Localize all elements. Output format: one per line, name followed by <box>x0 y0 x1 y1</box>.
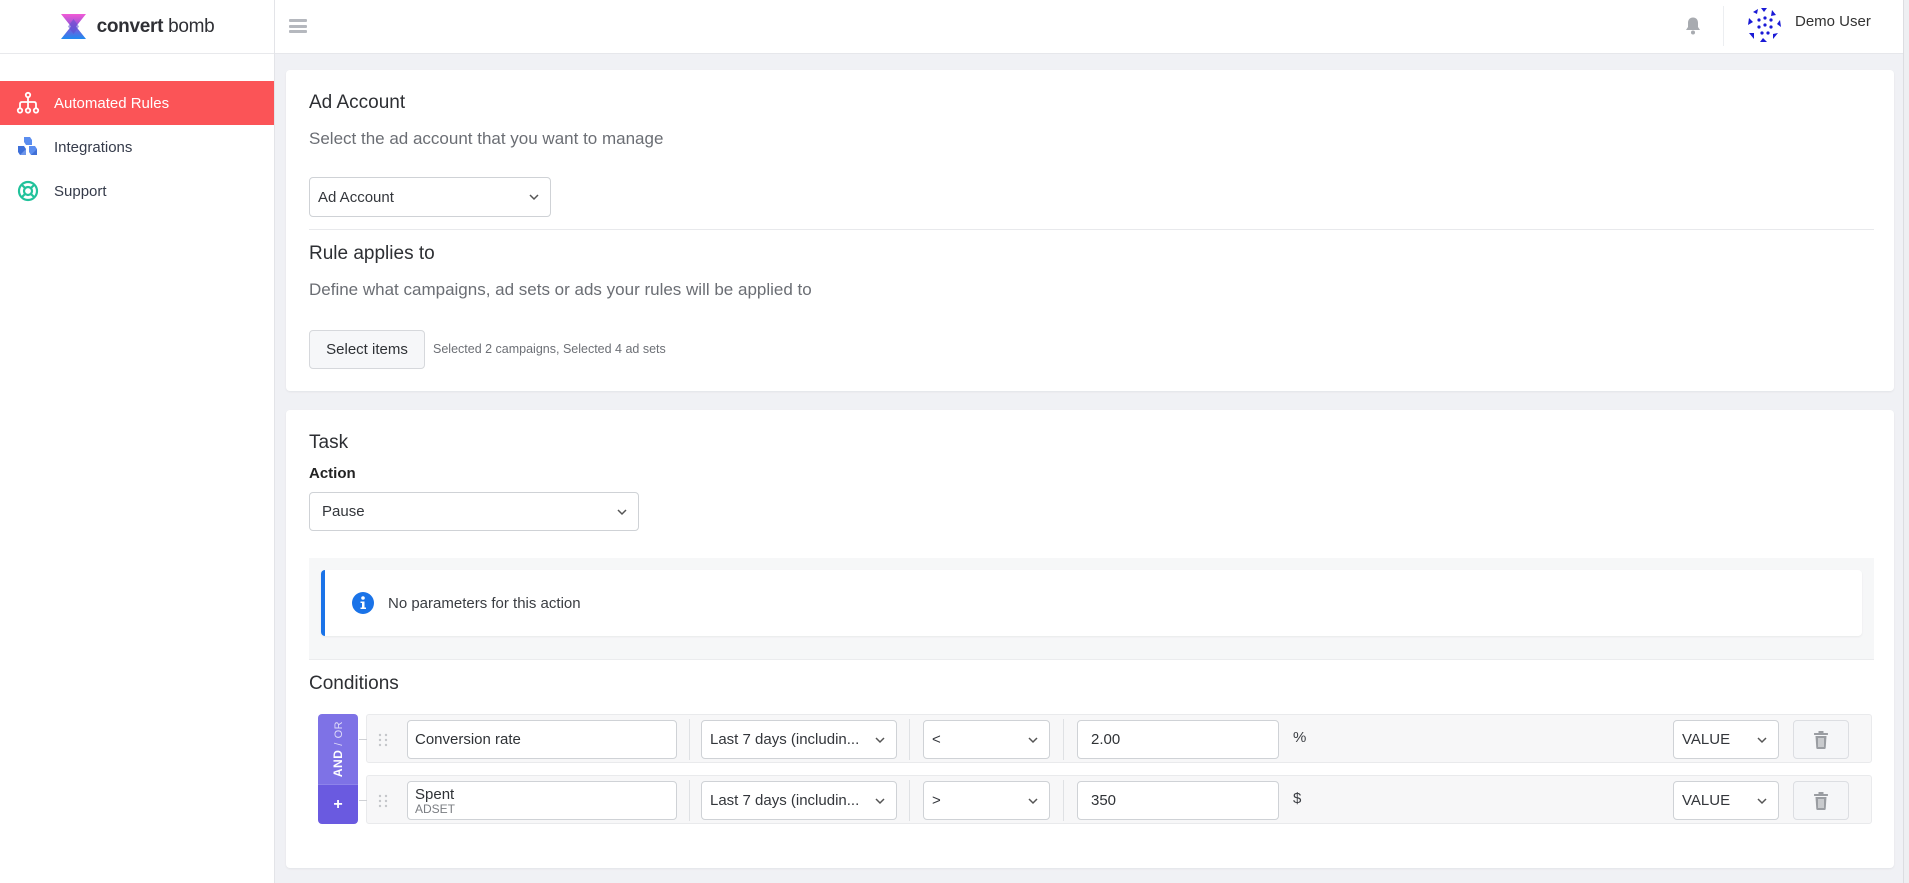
value-type-select[interactable]: VALUE <box>1673 781 1779 820</box>
row-divider <box>909 780 910 821</box>
sidebar-item-label: Automated Rules <box>54 94 170 112</box>
sidebar-nav: Automated Rules Integrations Support <box>0 81 274 213</box>
trash-icon <box>1814 791 1828 810</box>
condition-row: Spent ADSET Last 7 days (includin... > 3… <box>359 775 1872 824</box>
sidebar-item-integrations[interactable]: Integrations <box>0 125 274 169</box>
chevron-down-icon <box>1028 736 1038 743</box>
value-input[interactable]: 2.00 <box>1077 720 1279 759</box>
ad-account-title: Ad Account <box>309 92 406 113</box>
avatar <box>1748 8 1781 42</box>
delete-condition-button[interactable] <box>1793 781 1849 820</box>
chevron-down-icon <box>1028 797 1038 804</box>
and-or-toggle-group: AND / OR + <box>318 714 358 824</box>
sidebar: convert bomb Automated Rules Integration… <box>0 0 275 883</box>
task-card: Task Action Pause No parameters for this… <box>286 410 1894 868</box>
delete-condition-button[interactable] <box>1793 720 1849 759</box>
header-divider <box>1723 6 1724 46</box>
chevron-down-icon <box>617 508 627 515</box>
selection-summary: Selected 2 campaigns, Selected 4 ad sets <box>433 342 666 356</box>
row-divider <box>689 719 690 760</box>
metric-field[interactable]: Spent ADSET <box>407 781 677 820</box>
condition-connector <box>359 800 367 801</box>
period-select[interactable]: Last 7 days (includin... <box>701 781 897 820</box>
sidebar-item-automated-rules[interactable]: Automated Rules <box>0 81 274 125</box>
unit-label: $ <box>1293 790 1302 807</box>
action-select-value: Pause <box>322 503 365 520</box>
row-divider <box>689 780 690 821</box>
ad-account-subtitle: Select the ad account that you want to m… <box>309 129 664 148</box>
unit-label: % <box>1293 729 1307 746</box>
trash-icon <box>1814 730 1828 749</box>
metric-level: ADSET <box>415 802 456 816</box>
sitemap-icon <box>16 91 40 115</box>
sidebar-item-label: Integrations <box>54 138 133 156</box>
and-or-toggle[interactable]: AND / OR <box>318 714 358 784</box>
drag-handle-icon[interactable] <box>377 793 389 809</box>
section-divider <box>309 229 1874 230</box>
top-header: Demo User <box>275 0 1909 54</box>
condition-row: Conversion rate Last 7 days (includin...… <box>359 714 1872 763</box>
brand-name: convert bomb <box>96 15 215 37</box>
task-title: Task <box>309 432 349 453</box>
ad-account-select-value: Ad Account <box>318 188 394 206</box>
value-type-select[interactable]: VALUE <box>1673 720 1779 759</box>
operator-select[interactable]: < <box>923 720 1050 759</box>
info-alert-text: No parameters for this action <box>388 594 581 612</box>
info-alert: No parameters for this action <box>321 570 1862 636</box>
value-input[interactable]: 350 <box>1077 781 1279 820</box>
brand[interactable]: convert bomb <box>0 0 274 54</box>
select-items-button[interactable]: Select items <box>309 330 425 369</box>
conditions-title: Conditions <box>309 673 399 694</box>
action-parameters-panel: No parameters for this action <box>309 558 1874 660</box>
user-menu[interactable]: Demo User <box>1745 5 1871 45</box>
row-divider <box>1063 719 1064 760</box>
chevron-down-icon <box>529 194 539 201</box>
life-ring-icon <box>16 179 40 203</box>
rule-applies-title: Rule applies to <box>309 243 435 264</box>
ad-account-card: Ad Account Select the ad account that yo… <box>286 70 1894 391</box>
action-select[interactable]: Pause <box>309 492 639 531</box>
chevron-down-icon <box>875 797 885 804</box>
cubes-icon <box>16 135 40 159</box>
convert-bomb-logo <box>60 14 86 39</box>
chevron-down-icon <box>1757 736 1767 743</box>
sidebar-item-label: Support <box>54 182 107 200</box>
add-condition-button[interactable]: + <box>318 784 358 824</box>
sidebar-item-support[interactable]: Support <box>0 169 274 213</box>
period-select[interactable]: Last 7 days (includin... <box>701 720 897 759</box>
page-scrollbar[interactable] <box>1903 0 1909 883</box>
action-label: Action <box>309 465 356 482</box>
user-name: Demo User <box>1795 13 1871 30</box>
operator-select[interactable]: > <box>923 781 1050 820</box>
info-icon <box>352 592 374 614</box>
row-divider <box>909 719 910 760</box>
metric-field[interactable]: Conversion rate <box>407 720 677 759</box>
chevron-down-icon <box>875 736 885 743</box>
chevron-down-icon <box>1757 797 1767 804</box>
condition-connector <box>359 739 367 740</box>
drag-handle-icon[interactable] <box>377 732 389 748</box>
row-divider <box>1063 780 1064 821</box>
bell-icon[interactable] <box>1684 16 1702 36</box>
rule-applies-subtitle: Define what campaigns, ad sets or ads yo… <box>309 280 812 299</box>
ad-account-select[interactable]: Ad Account <box>309 177 551 217</box>
hamburger-menu-icon[interactable] <box>289 19 307 33</box>
